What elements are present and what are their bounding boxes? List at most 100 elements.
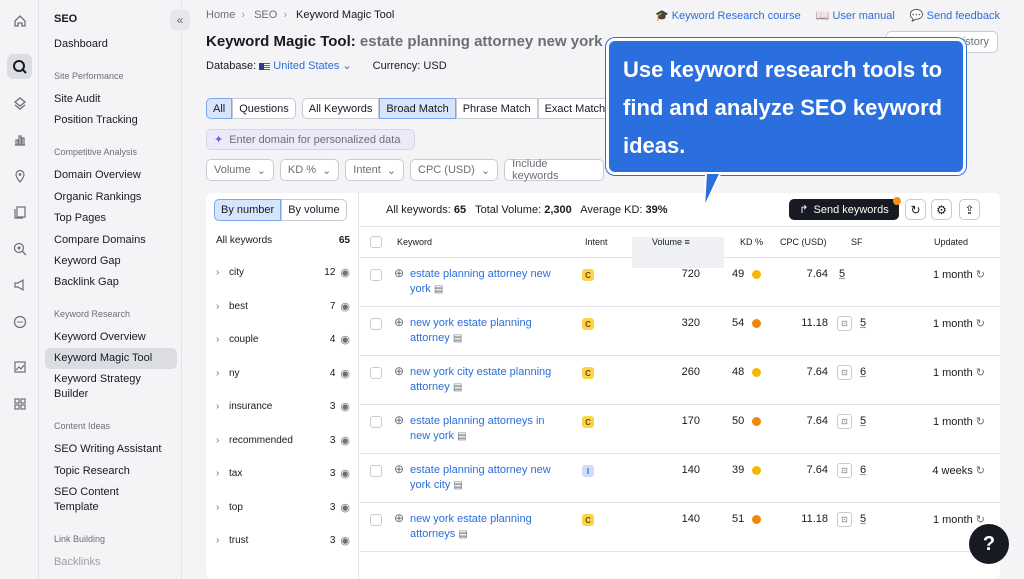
sidebar-item-position-tracking[interactable]: Position Tracking <box>54 113 138 128</box>
add-icon[interactable]: ⊕ <box>394 364 404 378</box>
col-cpc[interactable]: CPC (USD) <box>780 237 827 247</box>
group-item[interactable]: › recommended 3 ◉ <box>216 434 350 447</box>
eye-icon[interactable]: ◉ <box>340 467 350 480</box>
group-item[interactable]: › best 7 ◉ <box>216 300 350 313</box>
eye-icon[interactable]: ◉ <box>340 367 350 380</box>
serp-icon[interactable]: ▤ <box>453 382 462 393</box>
layers-icon[interactable] <box>7 90 32 115</box>
keyword-link[interactable]: estate planning attorneys in new york ▤ <box>410 414 570 444</box>
refresh-icon[interactable]: ↻ <box>976 269 985 281</box>
sidebar-item-topic-research[interactable]: Topic Research <box>54 464 130 479</box>
col-sf[interactable]: SF <box>851 237 863 247</box>
settings-button[interactable]: ⚙ <box>931 199 952 220</box>
send-keywords-button[interactable]: ↱ Send keywords <box>789 199 899 220</box>
group-item[interactable]: › tax 3 ◉ <box>216 467 350 480</box>
domain-input[interactable]: ✦ Enter domain for personalized data <box>206 129 415 150</box>
sf-count[interactable]: 5 <box>860 513 866 525</box>
tab-questions[interactable]: Questions <box>232 98 296 119</box>
group-item[interactable]: › city 12 ◉ <box>216 266 350 279</box>
sidebar-item-keyword-magic-tool[interactable]: Keyword Magic Tool <box>45 348 177 369</box>
select-all-checkbox[interactable] <box>370 236 382 248</box>
by-number-button[interactable]: By number <box>214 199 282 221</box>
sidebar-item-seo-writing-assistant[interactable]: SEO Writing Assistant <box>54 442 161 457</box>
breadcrumb-seo[interactable]: SEO <box>254 9 277 21</box>
keyword-link[interactable]: estate planning attorney new york city ▤ <box>410 463 570 493</box>
sf-count[interactable]: 5 <box>860 317 866 329</box>
eye-icon[interactable]: ◉ <box>340 501 350 514</box>
col-intent[interactable]: Intent <box>585 237 608 247</box>
group-item[interactable]: › top 3 ◉ <box>216 501 350 514</box>
row-checkbox[interactable] <box>370 269 382 281</box>
location-pin-icon[interactable] <box>7 163 32 188</box>
row-checkbox[interactable] <box>370 465 382 477</box>
by-volume-button[interactable]: By volume <box>281 199 347 221</box>
filter-cpc[interactable]: CPC (USD) ⌄ <box>410 159 499 181</box>
group-item[interactable]: › trust 3 ◉ <box>216 534 350 547</box>
sidebar-item-backlinks[interactable]: Backlinks <box>54 555 100 570</box>
add-icon[interactable]: ⊕ <box>394 511 404 525</box>
export-button[interactable]: ⇪ <box>959 199 980 220</box>
tab-all[interactable]: All <box>206 98 233 119</box>
add-icon[interactable]: ⊕ <box>394 413 404 427</box>
serp-icon[interactable]: ▤ <box>434 284 443 295</box>
all-keywords-group[interactable]: All keywords 65 <box>216 235 350 246</box>
eye-icon[interactable]: ◉ <box>340 300 350 313</box>
tab-broad-match[interactable]: Broad Match <box>379 98 456 119</box>
sidebar-item-compare-domains[interactable]: Compare Domains <box>54 233 146 248</box>
serp-icon[interactable]: ▤ <box>453 333 462 344</box>
add-icon[interactable]: ⊕ <box>394 266 404 280</box>
eye-icon[interactable]: ◉ <box>340 333 350 346</box>
eye-icon[interactable]: ◉ <box>340 534 350 547</box>
megaphone-icon[interactable] <box>7 272 32 297</box>
col-keyword[interactable]: Keyword <box>397 237 432 247</box>
keyword-link[interactable]: new york city estate planning attorney ▤ <box>410 365 570 395</box>
sidebar-item-seo-content-template[interactable]: SEO Content Template <box>54 485 154 515</box>
seo-icon[interactable] <box>7 54 32 79</box>
col-kd[interactable]: KD % <box>740 237 763 247</box>
sf-count[interactable]: 5 <box>839 268 845 280</box>
eye-icon[interactable]: ◉ <box>340 266 350 279</box>
keyword-link[interactable]: new york estate planning attorney ▤ <box>410 316 570 346</box>
refresh-icon[interactable]: ↻ <box>976 416 985 428</box>
refresh-icon[interactable]: ↻ <box>976 367 985 379</box>
database-select[interactable]: United States ⌄ <box>259 60 352 72</box>
col-volume[interactable]: Volume ≡ <box>652 237 690 247</box>
col-updated[interactable]: Updated <box>934 237 968 247</box>
sidebar-item-dashboard[interactable]: Dashboard <box>54 37 108 52</box>
keyword-link[interactable]: estate planning attorney new york ▤ <box>410 267 570 297</box>
sidebar-item-keyword-overview[interactable]: Keyword Overview <box>54 330 146 345</box>
bar-chart-icon[interactable] <box>7 127 32 152</box>
user-manual-link[interactable]: 📖 User manual <box>816 9 895 22</box>
row-checkbox[interactable] <box>370 416 382 428</box>
serp-icon[interactable]: ▤ <box>453 480 462 491</box>
chat-icon[interactable] <box>7 309 32 334</box>
feedback-link[interactable]: 💬 Send feedback <box>910 9 1000 22</box>
sidebar-item-keyword-strategy-builder[interactable]: Keyword Strategy Builder <box>54 372 164 402</box>
serp-icon[interactable]: ▤ <box>458 529 467 540</box>
sf-count[interactable]: 6 <box>860 366 866 378</box>
tab-all-keywords[interactable]: All Keywords <box>301 98 380 119</box>
apps-grid-icon[interactable] <box>7 391 32 416</box>
sidebar-item-domain-overview[interactable]: Domain Overview <box>54 168 141 183</box>
keyword-link[interactable]: new york estate planning attorneys ▤ <box>410 512 570 542</box>
sf-count[interactable]: 6 <box>860 464 866 476</box>
pages-icon[interactable] <box>7 199 32 224</box>
sf-count[interactable]: 5 <box>860 415 866 427</box>
breadcrumb-home[interactable]: Home <box>206 9 235 21</box>
eye-icon[interactable]: ◉ <box>340 434 350 447</box>
course-link[interactable]: 🎓 Keyword Research course <box>655 9 801 22</box>
tab-phrase-match[interactable]: Phrase Match <box>455 98 538 119</box>
refresh-icon[interactable]: ↻ <box>976 465 985 477</box>
group-item[interactable]: › ny 4 ◉ <box>216 367 350 380</box>
eye-icon[interactable]: ◉ <box>340 400 350 413</box>
add-icon[interactable]: ⊕ <box>394 315 404 329</box>
refresh-icon[interactable]: ↻ <box>976 318 985 330</box>
row-checkbox[interactable] <box>370 367 382 379</box>
refresh-button[interactable]: ↻ <box>905 199 926 220</box>
trend-chart-icon[interactable] <box>7 354 32 379</box>
help-button[interactable]: ? <box>969 524 1009 564</box>
sidebar-item-site-audit[interactable]: Site Audit <box>54 92 100 107</box>
filter-include-keywords[interactable]: Include keywords <box>504 158 605 182</box>
sidebar-item-organic-rankings[interactable]: Organic Rankings <box>54 190 141 205</box>
group-item[interactable]: › couple 4 ◉ <box>216 333 350 346</box>
